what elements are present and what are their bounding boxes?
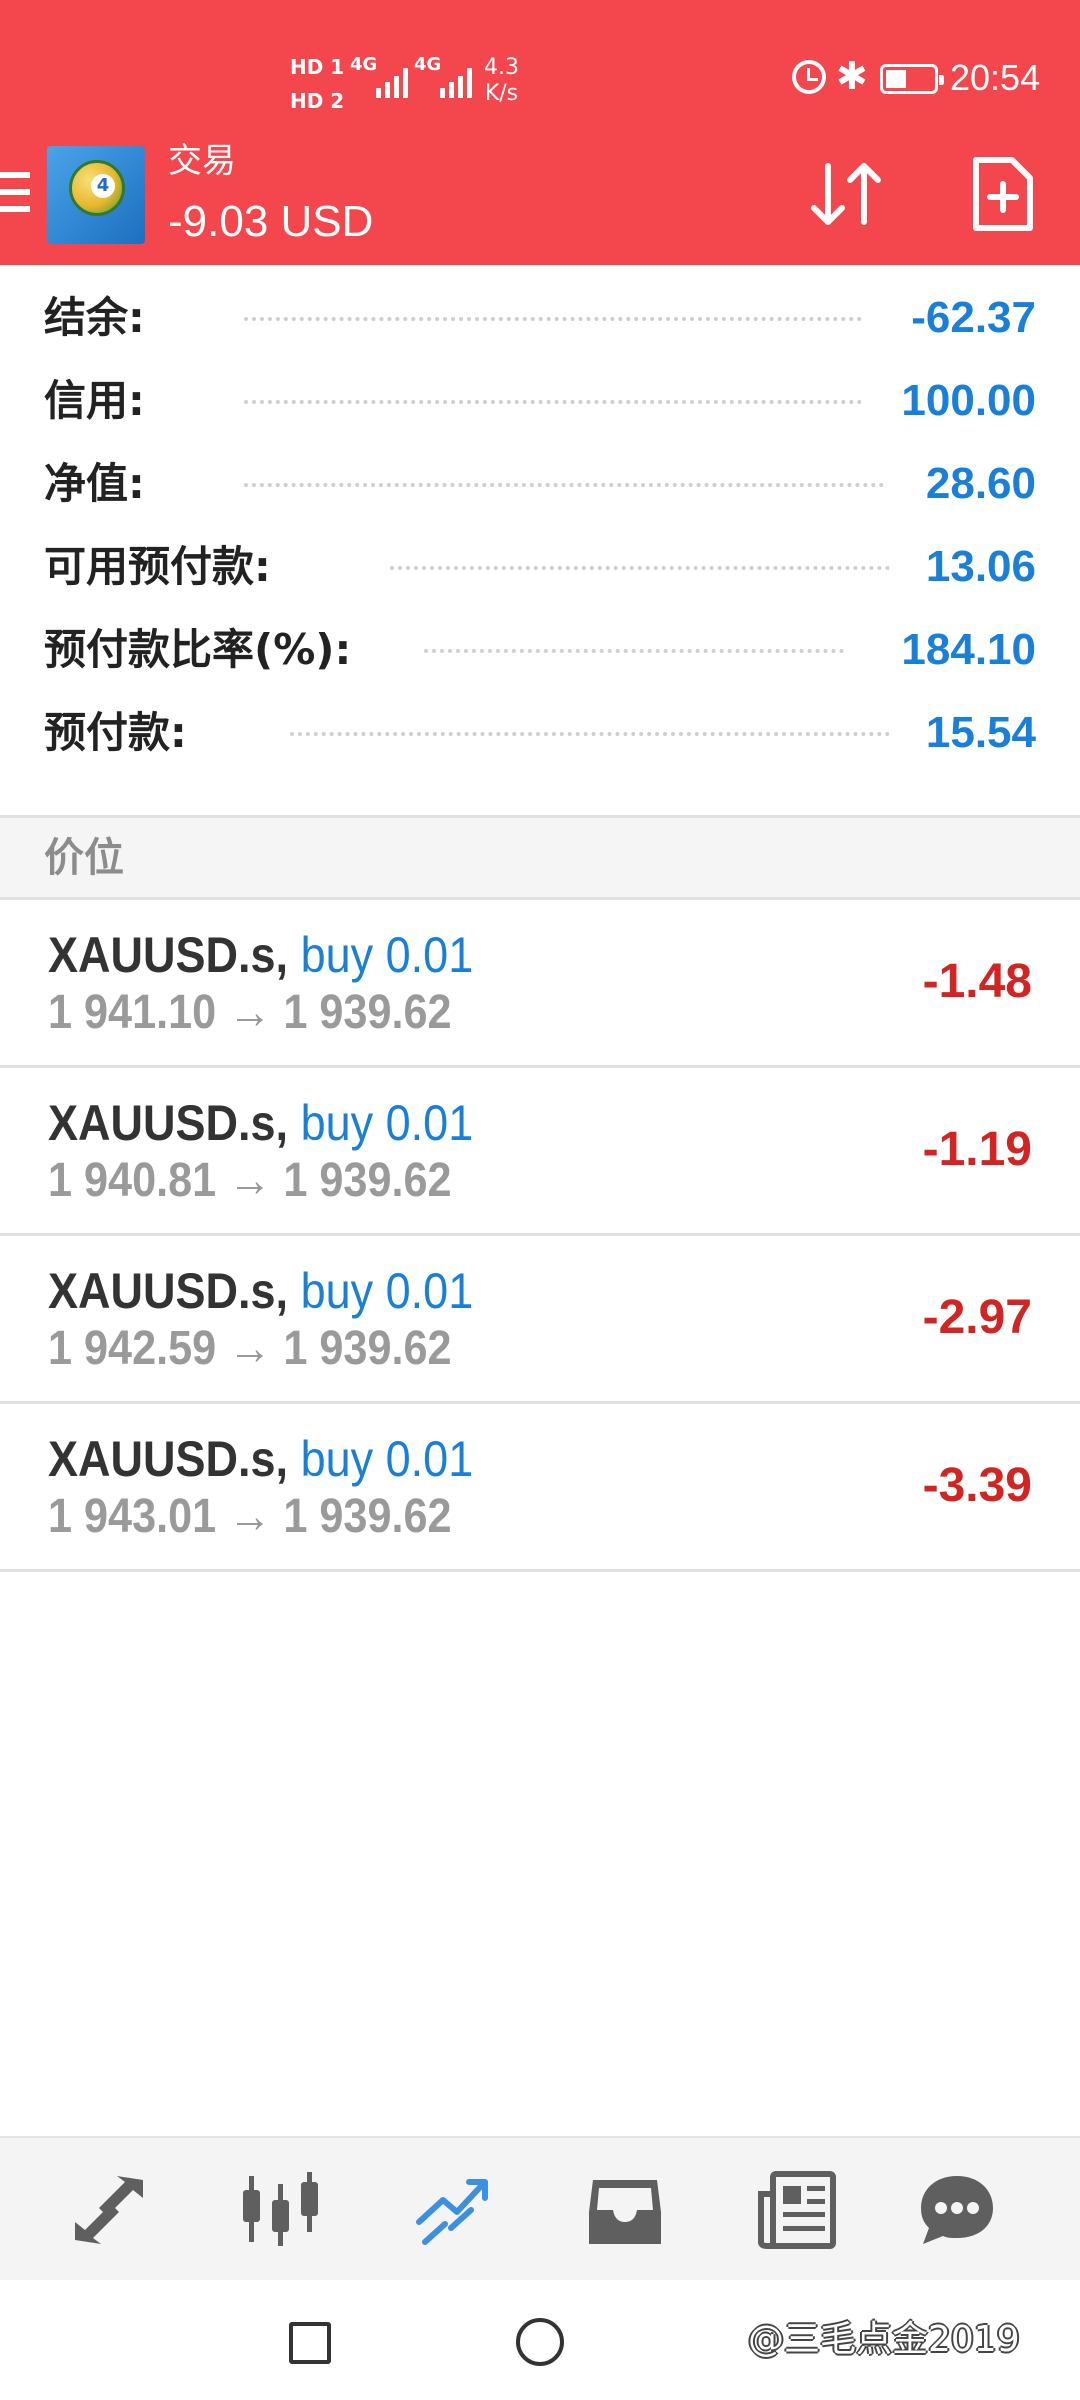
position-row[interactable]: XAUUSD.s, buy 0.01 1 942.59 → 1 939.62 -… [0,1236,1080,1404]
summary-label: 净值: [44,459,145,508]
summary-label: 预付款比率(%): [44,625,352,674]
sort-icon[interactable] [806,158,886,230]
status-bar: HD 1 HD 2 4G 4G 4.3 K/s ✱ 20:54 [0,0,1080,140]
bottom-navigation [0,2136,1080,2280]
dotted-leader [390,562,890,570]
app-logo-icon: 4 [47,146,145,244]
symbol-name: XAUUSD.s, [48,1263,289,1319]
summary-row-margin: 预付款: 15.54 [0,691,1080,775]
positions-section-header: 价位 [0,815,1080,900]
summary-row-free-margin: 可用预付款: 13.06 [0,525,1080,609]
hd-sim1-label: HD 1 [290,55,345,79]
summary-value: 100.00 [901,376,1036,425]
position-profit: -1.48 [922,955,1032,1008]
position-profit: -1.19 [922,1123,1032,1176]
watermark: @三毛点金2019 [748,2319,1020,2360]
network-speed-value: 4.3 [484,55,519,80]
position-row[interactable]: XAUUSD.s, buy 0.01 1 940.81 → 1 939.62 -… [0,1068,1080,1236]
position-profit: -3.39 [922,1459,1032,1512]
symbol-name: XAUUSD.s, [48,1095,289,1151]
summary-label: 预付款: [44,708,187,757]
network-type-label: 4G [414,54,442,75]
network-speed-unit: K/s [484,81,519,106]
position-symbol: XAUUSD.s, buy 0.01 [48,1262,473,1320]
position-side: buy 0.01 [300,1263,474,1319]
dotted-leader [424,645,844,653]
hd-indicator: HD 1 HD 2 [290,50,344,118]
symbol-name: XAUUSD.s, [48,927,289,983]
header: HD 1 HD 2 4G 4G 4.3 K/s ✱ 20:54 4 交易 -9.… [0,0,1080,265]
summary-label: 可用预付款: [44,542,271,591]
recents-icon[interactable] [289,2322,331,2364]
dotted-leader [244,479,884,487]
position-profit: -2.97 [922,1291,1032,1344]
summary-label: 信用: [44,376,145,425]
position-symbol: XAUUSD.s, buy 0.01 [48,1430,473,1488]
quotes-icon[interactable] [64,2168,154,2252]
screen-title: 交易 [168,141,236,181]
dotted-leader [244,396,862,404]
summary-label: 结余: [44,293,145,342]
dotted-leader [290,728,890,736]
symbol-name: XAUUSD.s, [48,1431,289,1487]
battery-icon [880,64,944,94]
summary-row-balance: 结余: -62.37 [0,276,1080,360]
summary-value: 28.60 [925,459,1036,508]
new-order-icon[interactable] [972,156,1034,232]
section-title: 价位 [44,835,124,881]
position-prices: 1 941.10 → 1 939.62 [48,986,452,1039]
position-row[interactable]: XAUUSD.s, buy 0.01 1 941.10 → 1 939.62 -… [0,900,1080,1068]
dotted-leader [244,313,862,321]
network-type-label: 4G [350,54,378,75]
position-symbol: XAUUSD.s, buy 0.01 [48,926,473,984]
position-prices: 1 942.59 → 1 939.62 [48,1322,452,1375]
position-prices: 1 940.81 → 1 939.62 [48,1154,452,1207]
menu-icon[interactable] [0,172,30,216]
summary-row-margin-level: 预付款比率(%): 184.10 [0,608,1080,692]
history-icon[interactable] [580,2168,670,2252]
position-side: buy 0.01 [300,1095,474,1151]
summary-row-equity: 净值: 28.60 [0,442,1080,526]
account-summary: 结余: -62.37 信用: 100.00 净值: 28.60 可用预付款: 1… [0,276,1080,816]
chat-icon[interactable] [912,2168,1002,2252]
summary-value: 184.10 [901,625,1036,674]
trade-icon[interactable] [408,2168,498,2252]
position-symbol: XAUUSD.s, buy 0.01 [48,1094,473,1152]
bluetooth-icon: ✱ [836,54,868,98]
position-row[interactable]: XAUUSD.s, buy 0.01 1 943.01 → 1 939.62 -… [0,1404,1080,1572]
summary-value: -62.37 [911,293,1036,342]
chart-icon[interactable] [236,2168,326,2252]
summary-row-credit: 信用: 100.00 [0,359,1080,443]
home-icon[interactable] [516,2318,564,2366]
network-speed: 4.3 K/s [484,55,519,107]
position-prices: 1 943.01 → 1 939.62 [48,1490,452,1543]
position-side: buy 0.01 [300,927,474,983]
news-icon[interactable] [752,2168,842,2252]
account-balance: -9.03 USD [168,197,374,246]
summary-value: 15.54 [925,708,1036,757]
position-side: buy 0.01 [300,1431,474,1487]
summary-value: 13.06 [925,542,1036,591]
signal-icon: 4G [350,54,408,98]
hd-sim2-label: HD 2 [290,89,345,113]
alarm-icon [792,60,826,94]
clock: 20:54 [950,57,1041,98]
signal-icon: 4G [414,54,472,98]
